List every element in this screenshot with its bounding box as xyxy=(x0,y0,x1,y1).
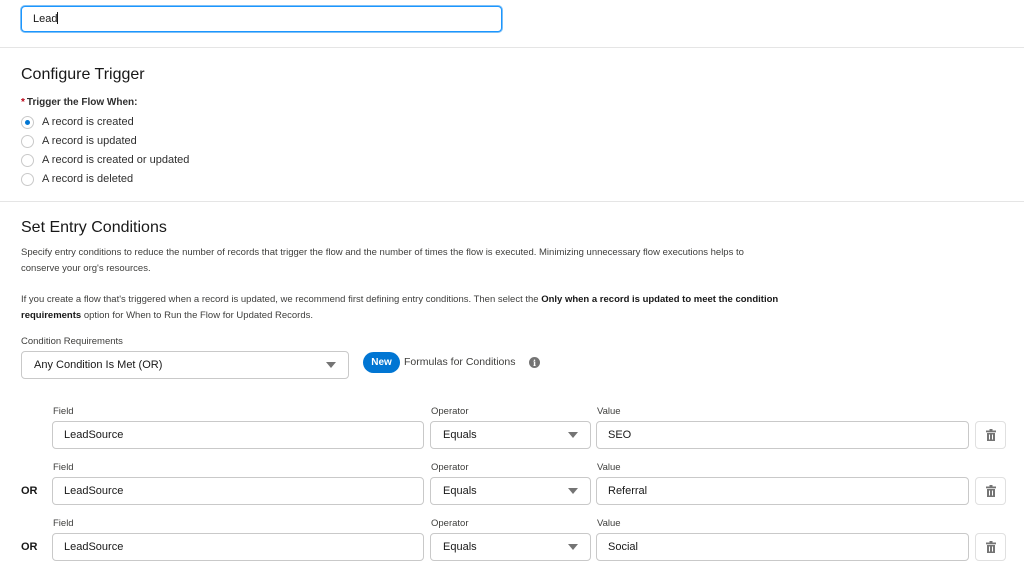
section-divider xyxy=(0,201,1024,202)
condition-value-text: Referral xyxy=(608,485,648,497)
radio-record-created-or-updated[interactable]: A record is created or updated xyxy=(21,152,189,168)
condition-value-input[interactable]: SEO xyxy=(596,421,969,449)
radio-button[interactable] xyxy=(21,172,34,186)
trigger-when-label: * Trigger the Flow When: xyxy=(21,97,137,108)
condition-value-text: SEO xyxy=(608,429,632,441)
required-marker: * xyxy=(21,97,25,108)
condition-requirements-label: Condition Requirements xyxy=(21,336,123,347)
entry-conditions-title: Set Entry Conditions xyxy=(21,219,167,236)
recommendation-text-suffix: option for When to Run the Flow for Upda… xyxy=(81,310,314,321)
delete-condition-button[interactable] xyxy=(975,533,1006,561)
condition-field-value: LeadSource xyxy=(64,485,124,497)
text-caret xyxy=(57,12,59,24)
new-badge: New xyxy=(363,352,400,373)
radio-button[interactable] xyxy=(21,134,34,148)
radio-label: A record is created xyxy=(42,116,134,128)
operator-label: Operator xyxy=(431,462,469,473)
radio-record-deleted[interactable]: A record is deleted xyxy=(21,171,133,187)
condition-operator-select[interactable]: Equals xyxy=(430,533,591,561)
value-label: Value xyxy=(597,518,621,529)
radio-button-checked[interactable] xyxy=(21,115,34,129)
delete-condition-button[interactable] xyxy=(975,421,1006,449)
radio-record-created[interactable]: A record is created xyxy=(21,114,134,130)
radio-label: A record is created or updated xyxy=(42,154,190,166)
or-connector-label: OR xyxy=(21,485,38,497)
condition-field-value: LeadSource xyxy=(64,541,124,553)
value-label: Value xyxy=(597,462,621,473)
condition-field-input[interactable]: LeadSource xyxy=(52,421,424,449)
condition-field-input[interactable]: LeadSource xyxy=(52,477,424,505)
condition-value-text: Social xyxy=(608,541,638,553)
condition-operator-select[interactable]: Equals xyxy=(430,421,591,449)
condition-operator-value: Equals xyxy=(443,541,477,553)
condition-operator-value: Equals xyxy=(443,485,477,497)
value-label: Value xyxy=(597,406,621,417)
radio-label: A record is deleted xyxy=(42,173,134,185)
condition-requirements-select[interactable]: Any Condition Is Met (OR) xyxy=(21,351,349,379)
radio-button[interactable] xyxy=(21,153,34,167)
condition-operator-select[interactable]: Equals xyxy=(430,477,591,505)
operator-label: Operator xyxy=(431,518,469,529)
info-icon[interactable]: i xyxy=(529,357,540,368)
field-label: Field xyxy=(53,406,74,417)
condition-requirements-value: Any Condition Is Met (OR) xyxy=(34,359,163,371)
chevron-down-icon xyxy=(326,362,336,368)
trash-icon xyxy=(985,485,996,497)
chevron-down-icon xyxy=(568,488,578,494)
condition-value-input[interactable]: Referral xyxy=(596,477,969,505)
formulas-for-conditions-label: Formulas for Conditions xyxy=(404,356,516,368)
section-divider xyxy=(0,47,1024,48)
field-label: Field xyxy=(53,518,74,529)
trigger-when-label-text: Trigger the Flow When: xyxy=(26,97,138,108)
condition-field-input[interactable]: LeadSource xyxy=(52,533,424,561)
condition-field-value: LeadSource xyxy=(64,429,124,441)
trash-icon xyxy=(985,429,996,441)
radio-label: A record is updated xyxy=(42,135,137,147)
delete-condition-button[interactable] xyxy=(975,477,1006,505)
chevron-down-icon xyxy=(568,544,578,550)
field-label: Field xyxy=(53,462,74,473)
radio-record-updated[interactable]: A record is updated xyxy=(21,133,137,149)
configure-trigger-title: Configure Trigger xyxy=(21,66,145,83)
object-input[interactable]: Lead xyxy=(21,6,502,32)
condition-operator-value: Equals xyxy=(443,429,477,441)
entry-conditions-description: Specify entry conditions to reduce the n… xyxy=(21,247,744,274)
recommendation-text: If you create a flow that's triggered wh… xyxy=(21,294,542,305)
entry-conditions-recommendation: If you create a flow that's triggered wh… xyxy=(21,292,781,324)
or-connector-label: OR xyxy=(21,541,38,553)
operator-label: Operator xyxy=(431,406,469,417)
chevron-down-icon xyxy=(568,432,578,438)
condition-value-input[interactable]: Social xyxy=(596,533,969,561)
object-input-value: Lead xyxy=(33,13,58,25)
trash-icon xyxy=(985,541,996,553)
